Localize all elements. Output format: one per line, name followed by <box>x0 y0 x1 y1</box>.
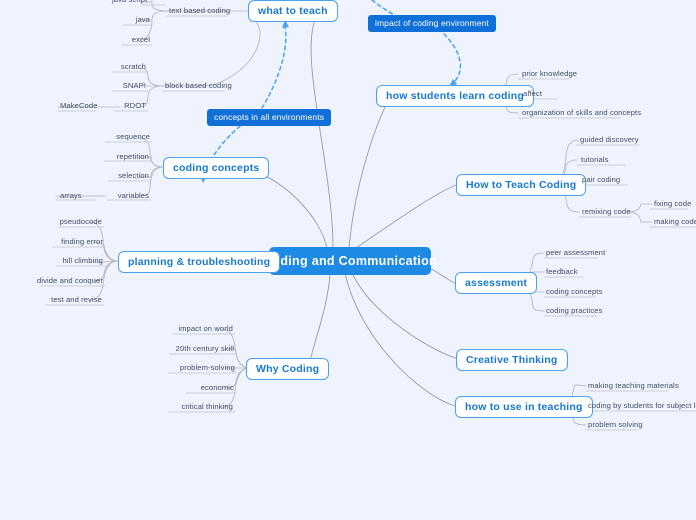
leaf-critical-thinking[interactable]: critical thinking <box>163 401 235 413</box>
branch-how-students-learn-coding[interactable]: how students learn coding <box>376 85 535 107</box>
branch-assessment[interactable]: assessment <box>455 272 538 294</box>
leaf-peer-assessment[interactable]: peer assessment <box>544 247 607 259</box>
leaf-making-teaching-materials[interactable]: making teaching materials <box>586 380 681 392</box>
leaf-java-script[interactable]: java script <box>110 0 165 6</box>
leaf-fixing-code[interactable]: fixing code <box>652 198 693 210</box>
callout-impact-of-coding-environment[interactable]: impact of coding environment <box>368 15 496 32</box>
leaf-coding-concepts[interactable]: coding concepts <box>544 286 604 298</box>
branch-how-to-teach-coding[interactable]: How to Teach Coding <box>456 174 587 196</box>
leaf-test-and-revise[interactable]: test and revise <box>42 294 104 306</box>
leaf-rdot[interactable]: RDOT <box>100 100 148 112</box>
leaf-pseudocode[interactable]: pseudocode <box>50 216 104 228</box>
leaf-selection[interactable]: selection <box>95 170 151 182</box>
leaf-snap[interactable]: SNAP! <box>100 80 148 92</box>
branch-planning-troubleshooting[interactable]: planning & troubleshooting <box>118 251 281 273</box>
leaf-coding-by-students-for-subject-learning[interactable]: coding by students for subject learning <box>586 400 696 412</box>
leaf-feedback[interactable]: feedback <box>544 266 580 278</box>
branch-creative-thinking[interactable]: Creative Thinking <box>456 349 568 371</box>
leaf-java[interactable]: java <box>110 14 152 26</box>
root-node[interactable]: Coding and Communication <box>263 248 437 274</box>
leaf-impact-on-world[interactable]: impact on world <box>165 323 235 335</box>
leaf-20th-century-skill[interactable]: 20th century skill <box>163 343 236 355</box>
leaf-problem-solving-hyphen[interactable]: problem-solving <box>163 362 237 374</box>
leaf-prior-knowledge[interactable]: prior knowledge <box>520 68 579 80</box>
leaf-hill-climbing[interactable]: hill climbing <box>48 255 105 267</box>
leaf-finding-error[interactable]: finding error <box>48 236 105 248</box>
leaf-economic[interactable]: economic <box>180 382 236 394</box>
mindmap-canvas: Coding and Communication what to teach c… <box>0 0 696 520</box>
leaf-repetition[interactable]: repetition <box>95 151 151 163</box>
branch-what-to-teach[interactable]: what to teach <box>248 0 338 22</box>
branch-why-coding[interactable]: Why Coding <box>246 358 330 380</box>
callout-concepts-in-all-environments[interactable]: concepts in all environments <box>207 109 332 126</box>
leaf-excel[interactable]: excel <box>110 34 152 46</box>
leaf-block-based-coding[interactable]: block based coding <box>163 80 234 92</box>
leaf-remixing-code[interactable]: remixing code <box>580 206 633 218</box>
leaf-text-based-coding[interactable]: text based coding <box>167 5 232 17</box>
leaf-divide-and-conquer[interactable]: divide and conquer <box>36 275 105 287</box>
leaf-variables[interactable]: variables <box>95 190 151 202</box>
leaf-coding-practices[interactable]: coding practices <box>544 305 604 317</box>
branch-how-to-use-in-teaching[interactable]: how to use in teaching <box>455 396 593 418</box>
leaf-organization-of-skills-and-concepts[interactable]: organization of skills and concepts <box>520 107 643 119</box>
leaf-tutorials[interactable]: tutorials <box>579 154 611 166</box>
leaf-making-code-more[interactable]: making code mo <box>652 216 696 228</box>
leaf-affect[interactable]: affect <box>521 88 544 100</box>
leaf-pair-coding[interactable]: pair coding <box>580 174 622 186</box>
leaf-guided-discovery[interactable]: guided discovery <box>578 134 641 146</box>
leaf-makecode[interactable]: MakeCode <box>58 100 100 112</box>
leaf-problem-solving[interactable]: problem solving <box>586 419 645 431</box>
leaf-sequence[interactable]: sequence <box>95 131 152 143</box>
branch-coding-concepts[interactable]: coding concepts <box>163 157 270 179</box>
leaf-scratch[interactable]: scratch <box>100 61 148 73</box>
leaf-arrays[interactable]: arrays <box>58 190 84 202</box>
